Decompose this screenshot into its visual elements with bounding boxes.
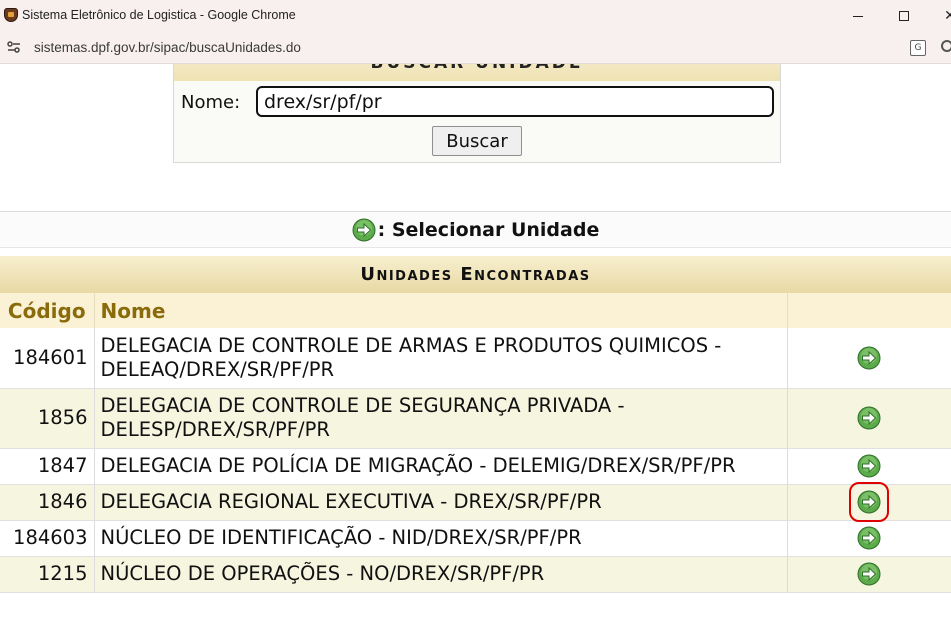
- table-row: 1846 DELEGACIA REGIONAL EXECUTIVA - DREX…: [0, 482, 951, 523]
- legend: : Selecionar Unidade: [0, 211, 951, 248]
- select-unit-cell: [787, 388, 951, 449]
- minimize-icon: [853, 15, 863, 17]
- search-caption-text: BUSCAR UNIDADE: [174, 64, 780, 73]
- unit-name: DELEGACIA DE CONTROLE DE ARMAS E PRODUTO…: [94, 328, 788, 389]
- search-caption: BUSCAR UNIDADE: [174, 64, 780, 81]
- url-text[interactable]: sistemas.dpf.gov.br/sipac/buscaUnidades.…: [34, 40, 301, 55]
- select-arrow-icon[interactable]: [857, 454, 881, 478]
- unit-name-line1: DELEGACIA DE POLÍCIA DE MIGRAÇÃO - DELEM…: [100, 454, 736, 477]
- name-input[interactable]: [256, 86, 774, 117]
- minimize-button[interactable]: [835, 0, 881, 32]
- unit-name-line1: DELEGACIA REGIONAL EXECUTIVA - DREX/SR/P…: [100, 490, 602, 513]
- unit-name-line2: DELEAQ/DREX/SR/PF/PR: [100, 357, 335, 381]
- select-unit-cell: [787, 556, 951, 593]
- unit-code: 184601: [0, 328, 95, 389]
- table-row: 1856 DELEGACIA DE CONTROLE DE SEGURANÇA …: [0, 388, 951, 449]
- select-arrow-icon[interactable]: [857, 562, 881, 586]
- table-header-row: Código Nome: [0, 293, 951, 328]
- maximize-icon: [899, 11, 909, 21]
- unit-name: DELEGACIA REGIONAL EXECUTIVA - DREX/SR/P…: [94, 484, 788, 521]
- unit-name-line2: DELESP/DREX/SR/PF/PR: [100, 418, 330, 441]
- unit-name: DELEGACIA DE POLÍCIA DE MIGRAÇÃO - DELEM…: [94, 448, 788, 485]
- unit-code: 1215: [0, 556, 95, 593]
- table-row: 1215 NÚCLEO DE OPERAÇÕES - NO/DREX/SR/PF…: [0, 556, 951, 593]
- close-button[interactable]: ✕: [927, 0, 951, 32]
- window-title: Sistema Eletrônico de Logistica - Google…: [22, 8, 296, 22]
- unit-name: NÚCLEO DE IDENTIFICAÇÃO - NID/DREX/SR/PF…: [94, 520, 788, 557]
- maximize-button[interactable]: [881, 0, 927, 32]
- select-unit-cell: [787, 482, 951, 523]
- unit-code: 184603: [0, 520, 95, 557]
- unit-name-line1: NÚCLEO DE OPERAÇÕES - NO/DREX/SR/PF/PR: [100, 562, 545, 585]
- unit-name-line1: DELEGACIA DE CONTROLE DE ARMAS E PRODUTO…: [100, 333, 722, 357]
- select-arrow-icon[interactable]: [857, 346, 881, 370]
- table-row: 1847 DELEGACIA DE POLÍCIA DE MIGRAÇÃO - …: [0, 448, 951, 485]
- table-row: 184603 NÚCLEO DE IDENTIFICAÇÃO - NID/DRE…: [0, 520, 951, 557]
- select-unit-cell: [787, 328, 951, 389]
- select-arrow-icon[interactable]: [849, 482, 890, 523]
- legend-text: : Selecionar Unidade: [377, 218, 600, 241]
- site-info-icon[interactable]: [6, 39, 22, 55]
- unit-name: NÚCLEO DE OPERAÇÕES - NO/DREX/SR/PF/PR: [94, 556, 788, 593]
- search-button[interactable]: Buscar: [432, 126, 522, 156]
- unit-name-line1: DELEGACIA DE CONTROLE DE SEGURANÇA PRIVA…: [100, 394, 625, 417]
- unit-code: 1856: [0, 388, 95, 449]
- unit-name: DELEGACIA DE CONTROLE DE SEGURANÇA PRIVA…: [94, 388, 788, 449]
- name-label: Nome:: [181, 92, 241, 113]
- close-icon: ✕: [944, 8, 951, 24]
- title-bar: Sistema Eletrônico de Logistica - Google…: [0, 0, 951, 32]
- select-arrow-icon[interactable]: [857, 526, 881, 550]
- header-code: Código: [0, 293, 95, 328]
- results-caption: Unidades Encontradas: [0, 256, 951, 293]
- unit-code: 1847: [0, 448, 95, 485]
- unit-code: 1846: [0, 484, 95, 521]
- header-name: Nome: [94, 293, 788, 328]
- header-action: [787, 293, 951, 328]
- app-shield-icon: [4, 8, 18, 22]
- table-row: 184601 DELEGACIA DE CONTROLE DE ARMAS E …: [0, 328, 951, 389]
- search-panel: BUSCAR UNIDADE Nome: Buscar: [173, 64, 781, 163]
- unit-name-line1: NÚCLEO DE IDENTIFICAÇÃO - NID/DREX/SR/PF…: [100, 526, 582, 549]
- results-caption-text: Unidades Encontradas: [360, 264, 591, 285]
- lens-icon[interactable]: [941, 40, 951, 52]
- units-table: Código Nome 184601 DELEGACIA DE CONTROLE…: [0, 293, 951, 593]
- select-arrow-icon[interactable]: [857, 406, 881, 430]
- select-unit-cell: [787, 520, 951, 557]
- select-unit-cell: [787, 448, 951, 485]
- green-arrow-icon: [352, 218, 376, 241]
- translate-icon[interactable]: G: [910, 40, 926, 56]
- address-bar: sistemas.dpf.gov.br/sipac/buscaUnidades.…: [0, 32, 951, 64]
